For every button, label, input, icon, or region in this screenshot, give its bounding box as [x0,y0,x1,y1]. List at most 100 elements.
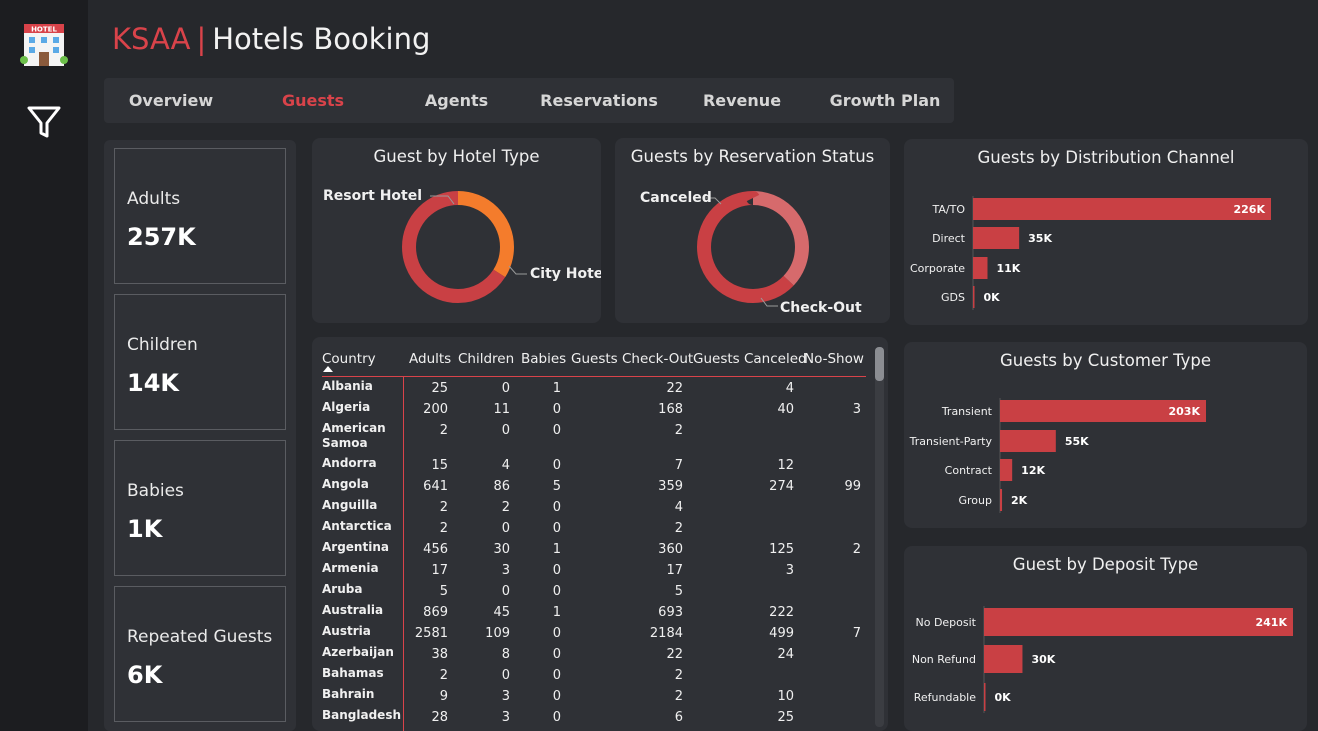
table-cell-children: 8 [501,647,510,662]
bar-refundable[interactable] [984,683,986,711]
kpi-label: Adults [127,189,181,209]
bar-contract[interactable] [1000,459,1013,481]
bar-category-label: TA/TO [932,203,966,216]
table-cell-children: 0 [501,584,510,599]
table-cell-guests-check-out: 359 [658,479,683,494]
table-cell-guests-canceled: 10 [777,689,794,704]
table-cell-guests-check-out: 2184 [649,626,683,641]
table-cell-guests-canceled: 274 [769,479,794,494]
customer-type-card: Guests by Customer Type Transient 203K Tra… [904,342,1307,528]
table-cell-no-show: 3 [852,402,861,417]
kpi-value: 6K [127,661,163,689]
bar-group[interactable] [1000,489,1003,511]
country-cell: Bangladesh [322,708,402,722]
column-header-babies[interactable]: Babies [521,351,566,367]
bar-category-label: Non Refund [912,653,976,666]
bar-direct[interactable] [973,227,1020,249]
table-cell-babies: 0 [552,626,561,641]
distribution-channel-chart: TA/TO 226K Direct 35K Corporate 11K GDS 0K [910,196,1271,310]
tab-agents[interactable]: Agents [404,78,509,123]
country-cell: Azerbaijan [322,645,394,659]
table-cell-babies: 0 [552,584,561,599]
table-cell-guests-canceled: 3 [785,563,794,578]
table-cell-adults: 2 [439,423,448,438]
table-cell-babies: 1 [552,381,561,396]
kpi-value: 14K [127,369,179,397]
table-cell-babies: 0 [552,710,561,725]
filter-icon[interactable] [26,104,62,140]
table-cell-adults: 5 [439,584,448,599]
tab-overview[interactable]: Overview [104,78,238,123]
table-cell-guests-canceled: 499 [769,626,794,641]
sidebar: HOTEL [0,0,88,731]
table-cell-babies: 0 [552,647,561,662]
bar-category-label: Transient-Party [909,435,993,448]
guests-by-country-table: Country Adults Children Babies Guests Ch… [312,337,888,731]
table-cell-babies: 5 [552,479,561,494]
column-header-guests-check-out[interactable]: Guests Check-Out [571,351,693,367]
column-header-no-show[interactable]: No-Show [804,351,864,367]
bar-corporate[interactable] [973,257,988,279]
bar-ta-to[interactable] [973,198,1271,220]
kpi-card-children: Children 14K [114,294,286,430]
bar-category-label: Contract [945,464,993,477]
tab-reservations[interactable]: Reservations [539,78,659,123]
title-separator: | [196,22,207,56]
table-cell-babies: 1 [552,542,561,557]
bar-gds[interactable] [973,286,975,308]
country-cell: Argentina [322,540,389,554]
table-cell-guests-check-out: 6 [674,710,683,725]
table-cell-adults: 2 [439,500,448,515]
kpi-card-adults: Adults 257K [114,148,286,284]
customer-type-chart: Transient 203K Transient-Party 55K Contract 1… [909,398,1206,513]
scrollbar-thumb[interactable] [875,347,884,381]
table-cell-no-show: 2 [852,542,861,557]
tab-revenue[interactable]: Revenue [689,78,795,123]
bar-category-label: Refundable [914,691,976,704]
kpi-label: Repeated Guests [127,627,273,647]
table-cell-adults: 9 [439,689,448,704]
country-cell: Austria [322,624,371,638]
table-cell-guests-check-out: 2 [674,689,683,704]
page-title: KSAA | Hotels Booking [112,22,430,56]
tab-bar: Overview Guests Agents Reservations Reve… [104,78,954,123]
bar-category-label: GDS [941,291,965,304]
bar-non-refund[interactable] [984,645,1023,673]
table-cell-guests-canceled: 24 [777,647,794,662]
table-cell-children: 2 [501,500,510,515]
hotel-type-card: Guest by Hotel Type Resort Hotel City Hot… [312,138,601,323]
bar-value-label: 241K [1256,616,1288,629]
country-cell: Aruba [322,582,363,596]
tab-growth-plan[interactable]: Growth Plan [824,78,946,123]
column-header-guests-canceled[interactable]: Guests Canceled [693,351,807,367]
country-cell: American Samoa [322,421,386,450]
bar-transient-party[interactable] [1000,430,1056,452]
table-cell-children: 4 [501,458,510,473]
table-cell-guests-check-out: 2 [674,521,683,536]
brand-name: KSAA [112,22,191,56]
table-cell-adults: 2581 [414,626,448,641]
table-cell-children: 86 [493,479,510,494]
svg-text:HOTEL: HOTEL [31,26,57,34]
table-cell-babies: 0 [552,689,561,704]
country-cell: Angola [322,477,369,491]
table-cell-children: 11 [493,402,510,417]
tab-guests[interactable]: Guests [259,78,367,123]
column-header-children[interactable]: Children [458,351,514,367]
column-header-country[interactable]: Country [322,351,376,367]
table-cell-guests-check-out: 17 [666,563,683,578]
kpi-label: Children [127,335,198,355]
table-scrollbar[interactable] [875,347,884,727]
column-header-adults[interactable]: Adults [409,351,451,367]
sort-ascending-icon[interactable] [323,366,333,373]
bar-category-label: Group [959,494,993,507]
bar-no-deposit[interactable] [984,608,1293,636]
table-cell-babies: 0 [552,402,561,417]
table-cell-children: 0 [501,423,510,438]
bar-value-label: 2K [1011,494,1028,507]
table-cell-children: 3 [501,563,510,578]
table-cell-adults: 25 [431,381,448,396]
table-cell-adults: 28 [431,710,448,725]
reservation-status-donut: Canceled Check-Out [640,190,862,316]
reservation-status-card: Guests by Reservation Status Canceled Che… [615,138,890,323]
